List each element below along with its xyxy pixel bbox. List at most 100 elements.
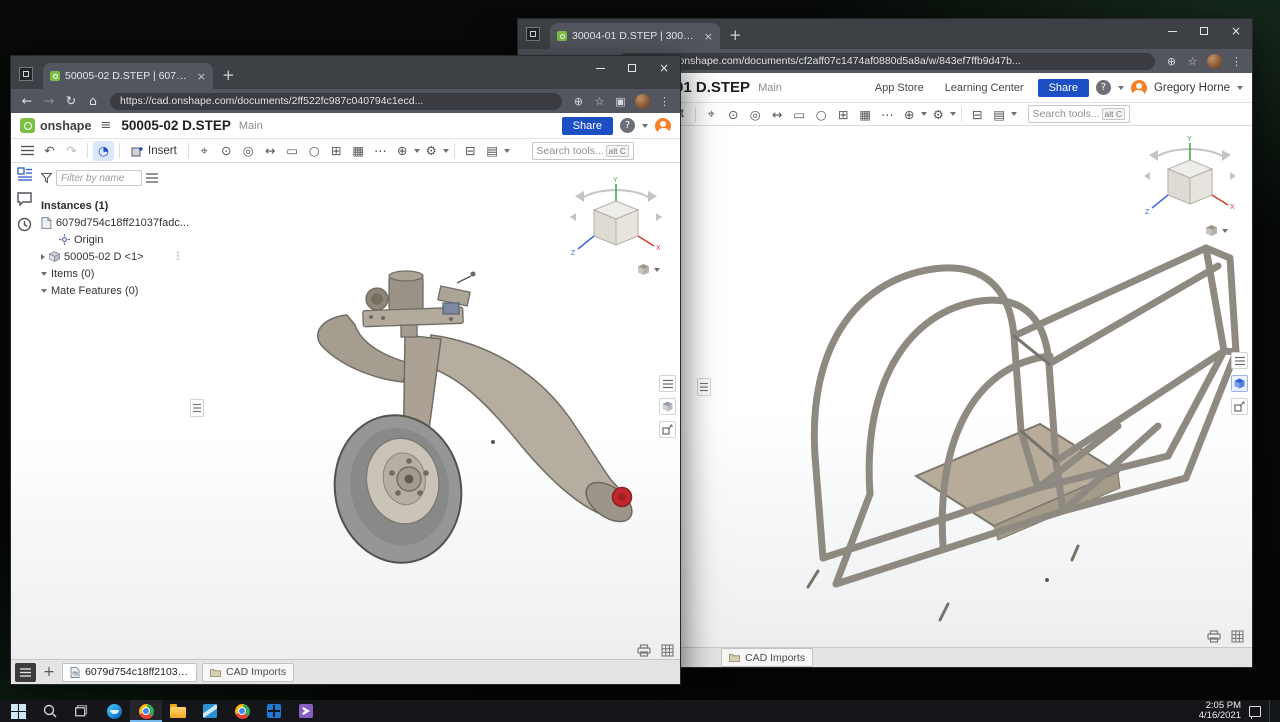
collapse-icon[interactable]	[41, 272, 47, 276]
chevron-down-icon[interactable]	[1118, 86, 1124, 90]
close-button[interactable]: ×	[1220, 19, 1252, 43]
titlebar[interactable]: 50005-02 D.STEP | 6079d754c18 × + ×	[11, 56, 680, 89]
undo-icon[interactable]: ↶	[39, 141, 60, 161]
view-cube[interactable]: Y X Z	[1142, 134, 1238, 224]
main-menu-icon[interactable]: ≡	[100, 119, 111, 132]
taskbar-vscode-icon[interactable]	[194, 700, 226, 722]
install-icon[interactable]: ⊕	[569, 96, 588, 107]
view-cube[interactable]: Y X Z	[568, 175, 664, 265]
taskbar-search-button[interactable]	[34, 700, 66, 722]
insert-button[interactable]: Insert	[125, 144, 183, 157]
revolute-mate-icon[interactable]: ◎	[238, 141, 259, 161]
chevron-down-icon[interactable]	[1222, 229, 1228, 233]
address-bar[interactable]: https://cad.onshape.com/documents/cf2aff…	[617, 53, 1155, 70]
close-tab-icon[interactable]: ×	[704, 31, 713, 42]
workspace-name[interactable]: Main	[239, 120, 263, 132]
named-views-icon[interactable]: ▤	[482, 141, 503, 161]
section-view-icon[interactable]: ⊟	[967, 104, 988, 124]
panel-toggle-icon[interactable]	[190, 399, 204, 417]
planar-mate-icon[interactable]: ▭	[282, 141, 303, 161]
share-button[interactable]: Share	[1038, 79, 1089, 97]
close-tab-icon[interactable]: ×	[197, 71, 206, 82]
tree-item-document[interactable]: 6079d754c18ff21037fadc...	[41, 214, 189, 231]
browser-menu-icon[interactable]: ⋮	[1227, 56, 1246, 67]
chevron-down-icon[interactable]	[414, 149, 420, 153]
tree-group-mate-features[interactable]: Mate Features (0)	[41, 282, 189, 299]
tree-item-origin[interactable]: Origin	[41, 231, 189, 248]
back-icon[interactable]: ←	[17, 95, 37, 108]
refresh-icon[interactable]: ↻	[61, 95, 81, 108]
view-options-icon[interactable]	[637, 263, 660, 276]
profile-avatar[interactable]	[1207, 54, 1222, 69]
exploded-views-icon[interactable]	[1231, 398, 1248, 415]
browser-tab[interactable]: 30004-01 D.STEP | 30004 D ×	[550, 23, 720, 49]
search-tools[interactable]: alt C	[1028, 105, 1130, 123]
user-avatar[interactable]	[1131, 80, 1147, 96]
new-tab-button[interactable]: +	[222, 68, 235, 83]
section-view-icon[interactable]: ⊟	[460, 141, 481, 161]
view-options-icon[interactable]	[1205, 224, 1228, 237]
taskbar-chrome2-icon[interactable]	[226, 700, 258, 722]
add-tab-button[interactable]: +	[41, 665, 57, 679]
titlebar[interactable]: 30004-01 D.STEP | 30004 D × + ×	[518, 19, 1252, 49]
taskbar-edge-icon[interactable]	[98, 700, 130, 722]
chevron-down-icon[interactable]	[443, 149, 449, 153]
workspace-name[interactable]: Main	[758, 82, 782, 94]
panel-toggle-icon[interactable]	[697, 378, 711, 396]
expand-icon[interactable]	[41, 254, 45, 260]
browser-tab[interactable]: 50005-02 D.STEP | 6079d754c18 ×	[43, 63, 213, 89]
redo-icon[interactable]: ↷	[61, 141, 82, 161]
home-icon[interactable]: ⌂	[83, 95, 103, 108]
group-icon[interactable]: ⊞	[326, 141, 347, 161]
ball-mate-icon[interactable]: ○	[811, 104, 832, 124]
toolbar-panels-icon[interactable]	[17, 141, 38, 161]
assembly-settings-icon[interactable]: ⚙	[421, 141, 442, 161]
snapshot-icon[interactable]: ⊕	[899, 104, 920, 124]
tree-item-part[interactable]: 50005-02 D <1> ⋮	[41, 248, 189, 265]
chevron-down-icon[interactable]	[1011, 112, 1017, 116]
printer-icon[interactable]	[637, 644, 651, 657]
sync-icon[interactable]: ◔	[93, 141, 114, 161]
maximize-button[interactable]	[616, 56, 648, 80]
address-bar[interactable]: https://cad.onshape.com/documents/2ff522…	[110, 93, 562, 110]
display-states-icon[interactable]	[1231, 375, 1248, 392]
assembly-canvas[interactable]: Instances (1) 6079d754c18ff21037fadc... …	[11, 163, 680, 659]
circular-pattern-icon[interactable]: ⋯	[370, 141, 391, 161]
learning-center-button[interactable]: Learning Center	[938, 79, 1031, 97]
group-icon[interactable]: ⊞	[833, 104, 854, 124]
named-views-icon[interactable]: ▤	[989, 104, 1010, 124]
linear-pattern-icon[interactable]: ▦	[855, 104, 876, 124]
planar-mate-icon[interactable]: ▭	[789, 104, 810, 124]
filter-icon[interactable]	[41, 173, 52, 183]
share-button[interactable]: Share	[562, 117, 613, 135]
comments-icon[interactable]	[17, 192, 32, 206]
mate-icon[interactable]: ⌖	[194, 141, 215, 161]
feature-list-toggle-icon[interactable]	[1231, 352, 1248, 369]
feature-list-toggle-icon[interactable]	[659, 375, 676, 392]
printer-icon[interactable]	[1207, 630, 1221, 643]
side-panel-icon[interactable]: ▣	[611, 96, 630, 107]
onshape-logo[interactable]	[20, 118, 35, 133]
search-tools-input[interactable]	[537, 145, 603, 157]
list-view-icon[interactable]	[146, 173, 158, 183]
assembly-settings-icon[interactable]: ⚙	[928, 104, 949, 124]
circular-pattern-icon[interactable]: ⋯	[877, 104, 898, 124]
taskbar-clock[interactable]: 2:05 PM 4/16/2021	[1199, 701, 1241, 721]
chevron-down-icon[interactable]	[1237, 86, 1243, 90]
maximize-button[interactable]	[1188, 19, 1220, 43]
snapshot-icon[interactable]: ⊕	[392, 141, 413, 161]
revolute-mate-icon[interactable]: ◎	[745, 104, 766, 124]
show-desktop-button[interactable]	[1269, 700, 1274, 722]
action-center-icon[interactable]	[1249, 706, 1261, 717]
slider-mate-icon[interactable]: ↔	[260, 141, 281, 161]
chevron-down-icon[interactable]	[921, 112, 927, 116]
new-tab-button[interactable]: +	[729, 28, 742, 43]
parts-list-icon[interactable]	[17, 167, 32, 181]
search-tools-input[interactable]	[1033, 108, 1099, 120]
install-icon[interactable]: ⊕	[1162, 56, 1181, 67]
chevron-down-icon[interactable]	[504, 149, 510, 153]
bookmark-star-icon[interactable]: ☆	[1183, 56, 1202, 67]
display-states-icon[interactable]	[659, 398, 676, 415]
tab-cad-imports[interactable]: CAD Imports	[202, 663, 294, 682]
grid-icon[interactable]	[661, 644, 674, 657]
